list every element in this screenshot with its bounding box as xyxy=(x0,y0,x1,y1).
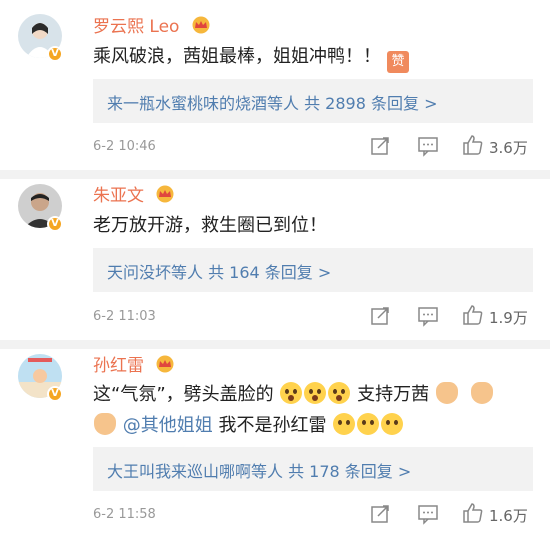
reply-summary[interactable]: 来一瓶水蜜桃味的烧酒等人 共 2898 条回复 > xyxy=(93,79,533,123)
shocked-emoji-icon xyxy=(328,382,351,404)
crying-emoji-icon xyxy=(357,413,380,435)
reply-summary-text: 大王叫我来巡山哪啊等人 共 178 条回复 > xyxy=(107,462,412,481)
sticker-zan: 赞 xyxy=(387,51,409,73)
reply-summary[interactable]: 天问没坏等人 共 164 条回复 > xyxy=(93,248,533,292)
verified-badge: V xyxy=(47,386,63,402)
comment-text-line2: @其他姐姐 我不是孙红雷 xyxy=(93,411,404,437)
comment-icon[interactable] xyxy=(417,135,439,157)
timestamp: 6-2 10:46 xyxy=(93,139,156,154)
like-icon[interactable] xyxy=(462,134,484,156)
share-icon[interactable] xyxy=(370,135,392,157)
reply-summary[interactable]: 大王叫我来巡山哪啊等人 共 178 条回复 > xyxy=(93,447,533,491)
comment-item: V 孙红雷 这“气氛”，劈头盖脸的 支持万茜 @其他姐姐 我不是孙红雷 大王叫我… xyxy=(0,349,550,535)
like-icon[interactable] xyxy=(462,502,484,524)
comment-item: V 朱亚文 老万放开游，救生圈已到位！ 天问没坏等人 共 164 条回复 > 6… xyxy=(0,179,550,340)
comment-item: V 罗云熙 Leo 乘风破浪，茜姐最棒，姐姐冲鸭！！赞 来一瓶水蜜桃味的烧酒等人… xyxy=(0,0,550,170)
comment-text: 乘风破浪，茜姐最棒，姐姐冲鸭！！赞 xyxy=(93,42,409,73)
crown-icon xyxy=(192,16,210,34)
comment-text-line1: 这“气氛”，劈头盖脸的 支持万茜 xyxy=(93,380,494,406)
like-count: 1.6万 xyxy=(489,507,528,525)
username[interactable]: 朱亚文 xyxy=(93,181,175,206)
timestamp: 6-2 11:03 xyxy=(93,309,156,324)
fist-emoji-icon xyxy=(94,413,116,435)
crying-emoji-icon xyxy=(333,413,356,435)
share-icon[interactable] xyxy=(370,305,392,327)
reply-summary-text: 来一瓶水蜜桃味的烧酒等人 共 2898 条回复 > xyxy=(107,94,438,113)
fist-emoji-icon xyxy=(435,382,458,404)
like-count: 1.9万 xyxy=(489,309,528,327)
like-icon[interactable] xyxy=(462,304,484,326)
divider xyxy=(0,170,550,179)
comment-icon[interactable] xyxy=(417,305,439,327)
verified-badge: V xyxy=(47,46,63,62)
crown-icon xyxy=(156,355,174,373)
crying-emoji-icon xyxy=(381,413,404,435)
comment-icon[interactable] xyxy=(417,503,439,525)
divider xyxy=(0,340,550,349)
username[interactable]: 孙红雷 xyxy=(93,351,175,376)
timestamp: 6-2 11:58 xyxy=(93,507,156,522)
username[interactable]: 罗云熙 Leo xyxy=(93,12,211,37)
verified-badge: V xyxy=(47,216,63,232)
crown-icon xyxy=(156,185,174,203)
shocked-emoji-icon xyxy=(304,382,327,404)
comment-text: 老万放开游，救生圈已到位！ xyxy=(93,215,327,236)
like-count: 3.6万 xyxy=(489,139,528,157)
mention-link[interactable]: @其他姐姐 xyxy=(123,415,213,436)
reply-summary-text: 天问没坏等人 共 164 条回复 > xyxy=(107,263,332,282)
shocked-emoji-icon xyxy=(280,382,303,404)
fist-emoji-icon xyxy=(470,382,493,404)
share-icon[interactable] xyxy=(370,503,392,525)
